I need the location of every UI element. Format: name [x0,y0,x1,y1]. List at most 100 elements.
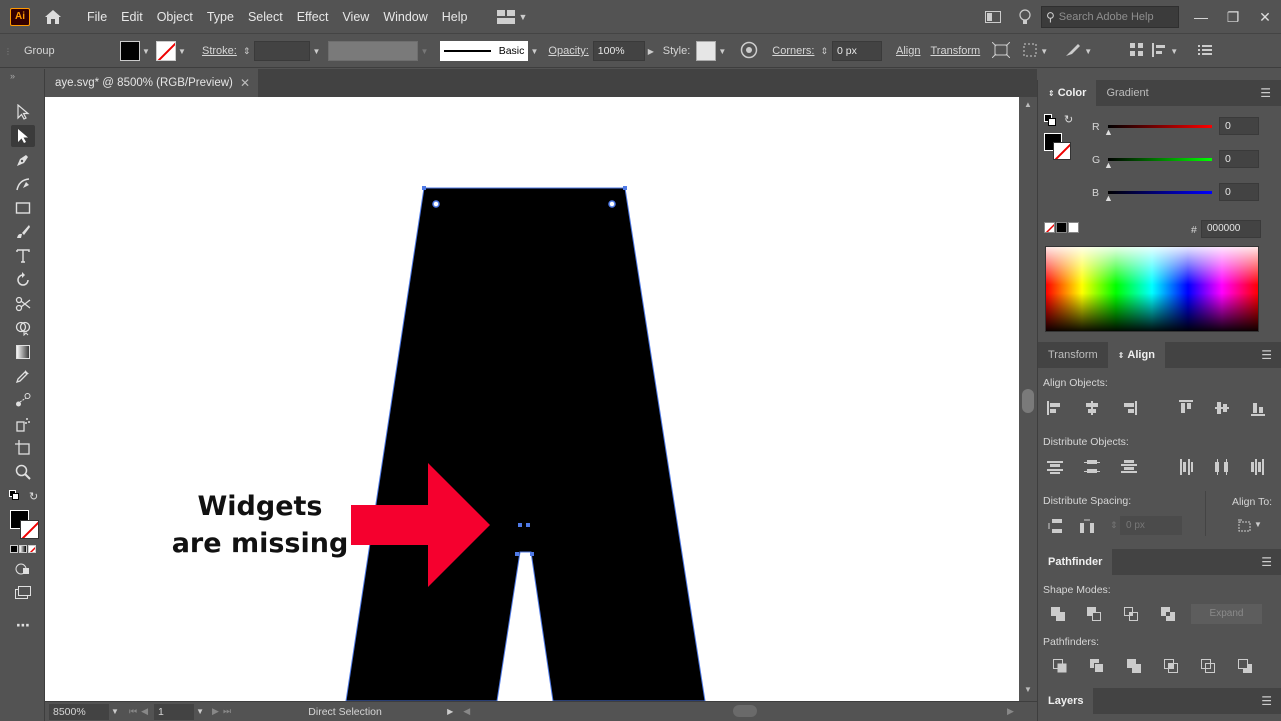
selection-tool-icon[interactable] [11,101,35,123]
trim-icon[interactable] [1086,655,1108,677]
align-options-icon[interactable] [1152,42,1168,60]
vertical-distribute-space-icon[interactable] [1044,515,1066,537]
edit-toolbar-icon[interactable] [1064,42,1082,61]
distribute-left-icon[interactable] [1175,456,1197,478]
green-value-input[interactable]: 0 [1219,150,1259,168]
panel-menu-icon[interactable]: ☰ [1261,555,1272,569]
close-button[interactable]: ✕ [1249,0,1281,34]
green-slider-track[interactable] [1108,158,1212,161]
menu-type[interactable]: Type [200,0,241,34]
color-spectrum[interactable] [1045,246,1259,332]
menu-object[interactable]: Object [150,0,200,34]
distribute-vertical-center-icon[interactable] [1081,456,1103,478]
tab-color[interactable]: ⇕ Color [1038,80,1097,106]
color-mode-icon[interactable] [10,545,18,553]
blue-slider-track[interactable] [1108,191,1212,194]
workspace-switcher[interactable]: ▼ [496,9,527,24]
search-input[interactable]: ⚲ Search Adobe Help [1041,6,1179,28]
align-top-icon[interactable] [1175,397,1197,419]
menu-file[interactable]: File [80,0,114,34]
distribute-horizontal-center-icon[interactable] [1211,456,1233,478]
lightbulb-icon[interactable] [1009,0,1041,34]
scroll-left-icon[interactable]: ◀ [463,706,470,717]
transform-link[interactable]: Transform [930,45,980,57]
zoom-level-field[interactable]: 8500% [49,703,109,720]
merge-icon[interactable] [1123,655,1145,677]
arrange-grid-icon[interactable] [1130,42,1144,60]
collapse-panel-icon[interactable]: » [10,71,15,81]
gradient-tool-icon[interactable] [11,341,35,363]
panel-menu-icon[interactable]: ☰ [1261,348,1272,362]
menu-select[interactable]: Select [241,0,290,34]
chevron-down-icon[interactable]: ▼ [528,41,540,61]
hex-value-input[interactable]: 000000 [1201,220,1261,238]
chevron-down-icon[interactable]: ▼ [140,41,152,61]
artboard-tool-icon[interactable] [11,437,35,459]
previous-artboard-icon[interactable]: ◀ [141,706,148,717]
close-icon[interactable]: ✕ [240,76,250,90]
panel-menu-icon[interactable]: ☰ [1260,86,1271,100]
direct-selection-tool-icon[interactable] [11,125,35,147]
distribute-right-icon[interactable] [1247,456,1269,478]
red-slider-track[interactable] [1108,125,1212,128]
rotate-tool-icon[interactable] [11,269,35,291]
curvature-tool-icon[interactable] [11,173,35,195]
blue-slider-handle[interactable]: ▲ [1104,193,1113,203]
scroll-right-icon[interactable]: ▶ [1007,706,1014,717]
panel-menu-icon[interactable]: ☰ [1261,694,1272,708]
chevron-down-icon[interactable]: ▼ [109,702,121,721]
red-slider-handle[interactable]: ▲ [1104,127,1113,137]
crop-icon[interactable] [1160,655,1182,677]
chevron-right-icon[interactable]: ▶ [645,41,657,61]
symbol-sprayer-tool-icon[interactable] [11,413,35,435]
isolate-group-icon[interactable] [991,41,1011,61]
arrange-documents-icon[interactable] [977,0,1009,34]
swap-colors-icon[interactable]: ↻ [29,490,38,503]
chevron-down-icon[interactable]: ▼ [310,41,322,61]
document-tab[interactable]: aye.svg* @ 8500% (RGB/Preview) ✕ [45,69,258,97]
recolor-artwork-icon[interactable] [740,41,758,62]
panel-menu-icon[interactable] [1198,44,1213,59]
variable-width-profile[interactable] [328,41,419,61]
stroke-label[interactable]: Stroke: [202,45,237,57]
chevron-down-icon[interactable]: ▼ [176,41,188,61]
minimize-button[interactable]: — [1185,0,1217,34]
artboard-canvas[interactable] [45,97,1019,701]
artboard-number-field[interactable]: 1 [154,703,195,720]
none-swatch[interactable] [1044,222,1055,233]
home-icon[interactable] [42,6,64,28]
stroke-stepper-icon[interactable]: ⇕ [243,46,251,57]
tab-gradient[interactable]: Gradient [1096,80,1158,106]
exclude-icon[interactable] [1157,603,1179,625]
minus-front-icon[interactable] [1083,603,1105,625]
stroke-weight-input[interactable] [254,41,311,61]
align-right-icon[interactable] [1118,397,1140,419]
eyedropper-tool-icon[interactable] [11,365,35,387]
corners-stepper-icon[interactable]: ⇕ [820,46,828,57]
tab-layers[interactable]: Layers [1038,688,1094,714]
shape-builder-tool-icon[interactable] [11,317,35,339]
blue-value-input[interactable]: 0 [1219,183,1259,201]
status-menu-icon[interactable]: ▶ [447,707,453,716]
scroll-up-icon[interactable]: ▲ [1024,100,1032,109]
align-link[interactable]: Align [896,45,920,57]
intersect-icon[interactable] [1120,603,1142,625]
distribute-bottom-icon[interactable] [1118,456,1140,478]
paintbrush-tool-icon[interactable] [11,221,35,243]
horizontal-scroll-thumb[interactable] [733,705,757,717]
red-value-input[interactable]: 0 [1219,117,1259,135]
chevron-down-icon[interactable]: ▼ [194,702,206,721]
outline-icon[interactable] [1197,655,1219,677]
opacity-label[interactable]: Opacity: [548,45,588,57]
brush-definition[interactable]: Basic [440,41,529,61]
chevron-down-icon[interactable]: ▼ [716,41,728,61]
green-slider-handle[interactable]: ▲ [1104,160,1113,170]
zoom-tool-icon[interactable] [11,461,35,483]
last-artboard-icon[interactable]: ⏭ [223,706,231,717]
chevron-down-icon[interactable]: ▼ [1254,520,1262,529]
corners-label[interactable]: Corners: [772,45,814,57]
stroke-swatch[interactable] [156,41,176,61]
restore-button[interactable]: ❐ [1217,0,1249,34]
scroll-thumb[interactable] [1022,389,1034,413]
align-horizontal-center-icon[interactable] [1081,397,1103,419]
